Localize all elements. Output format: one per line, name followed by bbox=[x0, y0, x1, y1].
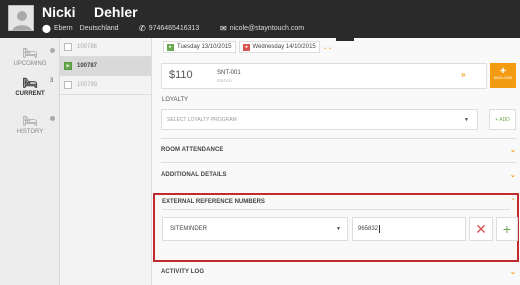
text-cursor bbox=[379, 225, 381, 233]
rate-status: EDITED bbox=[217, 78, 232, 83]
guest-header: Nicki Dehler ⬤ Ebern Deutschland ✆ 97464… bbox=[0, 0, 520, 38]
guest-phone-number: 9746465416313 bbox=[148, 25, 200, 32]
guest-email-address: nicole@stayntouch.com bbox=[229, 25, 305, 32]
reservation-detail-panel: ▸ Tuesday 13/10/2015 ◂ Wednesday 14/10/2… bbox=[152, 38, 520, 285]
header-notch bbox=[336, 38, 354, 41]
section-additional-details[interactable]: ADDITIONAL DETAILS ⌄ bbox=[161, 172, 516, 186]
section-title: ROOM ATTENDANCE bbox=[161, 147, 224, 153]
guest-phone[interactable]: ✆ 9746465416313 bbox=[139, 24, 199, 33]
rate-card[interactable]: $110 SNT-001 EDITED » bbox=[161, 63, 487, 89]
rail-label-history: HISTORY bbox=[16, 129, 44, 135]
mail-icon: ✉ bbox=[220, 24, 227, 33]
external-reference-section: EXTERNAL REFERENCE NUMBERS ⌄ SITEMINDER … bbox=[153, 193, 519, 262]
reservation-checkbox-icon bbox=[64, 81, 72, 89]
chevron-down-icon: ⌄ bbox=[510, 172, 516, 179]
chevron-down-icon: ⌄ bbox=[510, 147, 516, 154]
chevron-right-icon[interactable]: » bbox=[461, 70, 465, 79]
departure-date: ◂ Wednesday 14/10/2015 bbox=[238, 41, 320, 53]
stay-dates[interactable]: ▸ Tuesday 13/10/2015 ◂ Wednesday 14/10/2… bbox=[163, 41, 333, 53]
status-dot bbox=[50, 116, 55, 121]
external-reference-input[interactable]: 965832 bbox=[352, 217, 466, 241]
chevron-down-icon[interactable]: ⌄⌄ bbox=[323, 44, 333, 51]
rail-label-current: CURRENT bbox=[15, 91, 45, 97]
rate-amount: $110 bbox=[169, 69, 193, 81]
section-title: ACTIVITY LOG bbox=[161, 269, 205, 275]
status-dot bbox=[50, 48, 55, 53]
caret-down-icon: ▼ bbox=[464, 117, 469, 123]
section-room-attendance[interactable]: ROOM ATTENDANCE ⌄ bbox=[161, 147, 516, 161]
location-pin-icon: ⬤ bbox=[42, 24, 51, 33]
loyalty-program-select[interactable]: SELECT LOYALTY PROGRAM ▼ bbox=[161, 109, 478, 130]
reservation-number: 100786 bbox=[77, 44, 98, 50]
guest-avatar[interactable] bbox=[8, 5, 34, 31]
check-out-icon: ◂ bbox=[242, 43, 250, 51]
chevron-down-icon[interactable]: ⌄ bbox=[510, 194, 516, 202]
caret-down-icon: ▼ bbox=[336, 226, 341, 232]
close-icon: ✕ bbox=[475, 220, 487, 237]
arrival-date-text: Tuesday 13/10/2015 bbox=[177, 44, 232, 50]
loyalty-label: LOYALTY bbox=[162, 97, 189, 103]
external-system-value: SITEMINDER bbox=[170, 226, 208, 232]
addons-button[interactable]: ✚ ADD-ONS bbox=[490, 63, 516, 88]
section-title: ADDITIONAL DETAILS bbox=[161, 172, 227, 178]
add-reference-button[interactable]: + bbox=[496, 217, 518, 241]
reservation-item[interactable]: 100789 bbox=[60, 76, 151, 95]
guest-country: Deutschland bbox=[79, 25, 119, 32]
check-in-icon: ▸ bbox=[167, 43, 174, 51]
rate-code: SNT-001 bbox=[217, 70, 241, 76]
addons-label: ADD-ONS bbox=[493, 75, 513, 80]
current-count-badge: 3 bbox=[50, 78, 54, 84]
guest-email[interactable]: ✉ nicole@stayntouch.com bbox=[220, 24, 304, 33]
delete-reference-button[interactable]: ✕ bbox=[469, 217, 493, 241]
gift-icon: ✚ bbox=[500, 68, 506, 75]
reservation-list: 100786 ▸ 100787 100789 bbox=[60, 38, 152, 285]
reservation-number: 100789 bbox=[77, 82, 98, 88]
section-title: EXTERNAL REFERENCE NUMBERS bbox=[162, 199, 265, 205]
rail-label-upcoming: UPCOMING bbox=[13, 61, 47, 67]
user-silhouette-icon bbox=[12, 11, 32, 30]
reservation-number: 100787 bbox=[77, 63, 98, 69]
reservation-status-rail: 🛏 UPCOMING 🛏 CURRENT 3 🛏 HISTORY bbox=[0, 38, 60, 285]
reservation-item[interactable]: 100786 bbox=[60, 38, 151, 57]
guest-first-name: Nicki bbox=[42, 4, 76, 20]
divider bbox=[161, 162, 516, 163]
external-system-select[interactable]: SITEMINDER ▼ bbox=[162, 217, 348, 241]
loyalty-placeholder: SELECT LOYALTY PROGRAM bbox=[167, 116, 237, 123]
add-loyalty-button[interactable]: + ADD bbox=[489, 109, 516, 130]
chevron-down-icon: ⌄ bbox=[510, 269, 516, 276]
plus-icon: + bbox=[502, 221, 512, 237]
phone-icon: ✆ bbox=[139, 24, 146, 33]
divider bbox=[162, 209, 510, 210]
arrival-date: ▸ Tuesday 13/10/2015 bbox=[163, 41, 236, 53]
guest-location: ⬤ Ebern Deutschland bbox=[42, 24, 119, 33]
guest-last-name: Dehler bbox=[94, 4, 138, 20]
external-reference-value: 965832 bbox=[358, 226, 379, 232]
section-activity-log[interactable]: ACTIVITY LOG ⌄ bbox=[161, 269, 516, 283]
departure-date-text: Wednesday 14/10/2015 bbox=[252, 44, 316, 50]
reservation-item-selected[interactable]: ▸ 100787 bbox=[60, 57, 151, 76]
reservation-checkbox-icon bbox=[64, 43, 72, 51]
guest-city: Ebern bbox=[53, 25, 73, 32]
divider bbox=[161, 138, 516, 139]
checked-in-icon: ▸ bbox=[64, 62, 72, 70]
